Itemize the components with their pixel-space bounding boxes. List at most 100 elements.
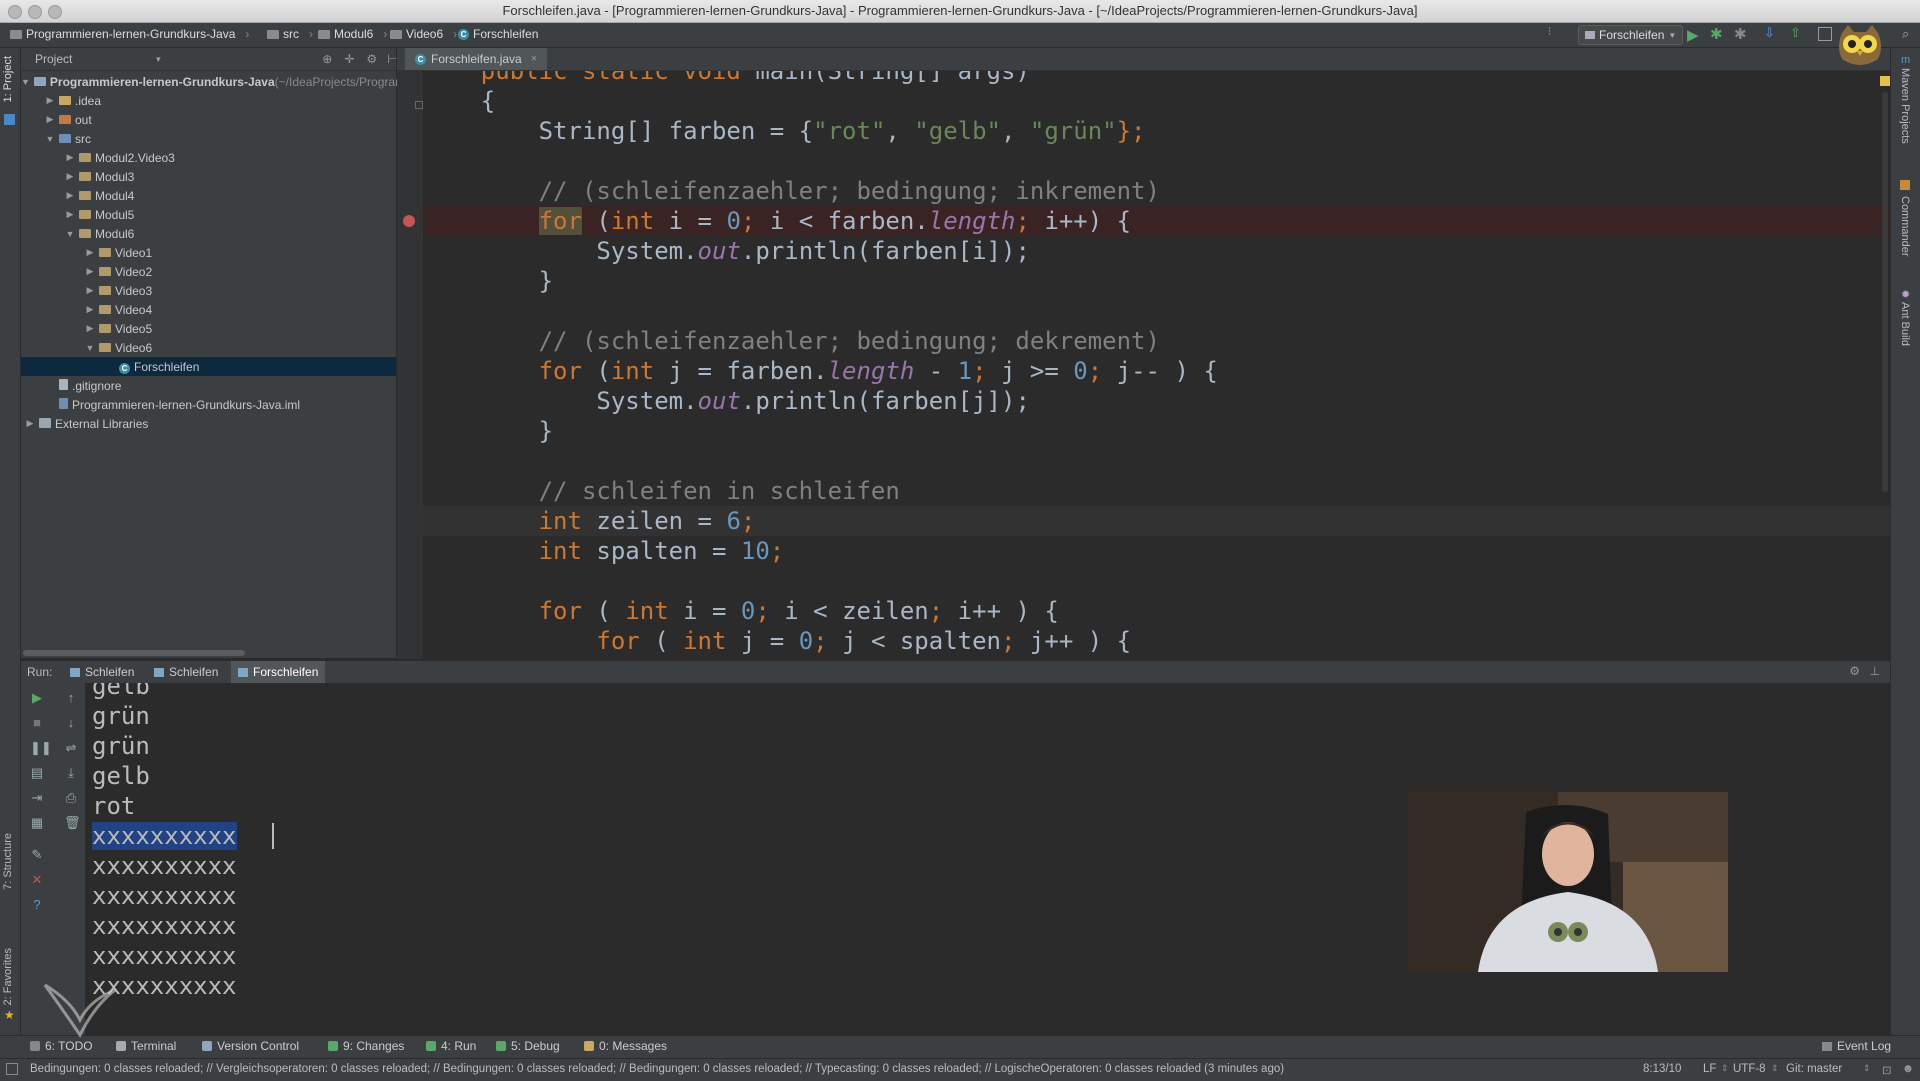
git-branch[interactable]: Git: master — [1786, 1063, 1842, 1075]
code-line[interactable]: { — [423, 86, 1890, 116]
code-line[interactable]: System.out.println(farben[i]); — [423, 236, 1890, 266]
chevron-right-icon[interactable]: ▶ — [65, 209, 75, 220]
toggle-toolwindows-icon[interactable] — [6, 1063, 18, 1075]
arrow-up-icon[interactable]: ↑ — [64, 691, 78, 705]
layout-icon[interactable] — [1818, 27, 1832, 41]
tree-item[interactable]: ▼ Modul6 — [21, 224, 396, 243]
toolwindow-button[interactable]: 5: Debug — [496, 1039, 560, 1053]
run-tab-schleifen-1[interactable]: Schleifen — [63, 661, 141, 683]
vcs-update-icon[interactable]: ⇩ — [1764, 25, 1775, 41]
scrollbar-thumb[interactable] — [23, 650, 245, 656]
file-encoding[interactable]: UTF-8 — [1733, 1063, 1766, 1075]
close-icon[interactable]: × — [531, 53, 537, 65]
project-view-label[interactable]: Project — [35, 52, 72, 66]
breadcrumb-forschleifen[interactable]: C Forschleifen — [458, 27, 538, 41]
chevron-down-icon[interactable]: ▼ — [45, 134, 55, 144]
code-line[interactable] — [423, 566, 1890, 596]
inspection-status-icon[interactable] — [1880, 76, 1890, 86]
rerun-icon[interactable]: ▶ — [30, 691, 44, 705]
pause-icon[interactable]: ❚❚ — [30, 741, 52, 755]
editor-scrollbar[interactable] — [1882, 92, 1888, 492]
code-line[interactable]: } — [423, 416, 1890, 446]
tree-item[interactable]: ▶ Video5 — [21, 319, 396, 338]
build-icon[interactable]: ⫶ — [1548, 26, 1562, 42]
tab-structure[interactable]: 7: Structure — [2, 833, 14, 890]
tree-item[interactable]: ▶ Video4 — [21, 300, 396, 319]
tab-ant-build[interactable]: Ant Build — [1899, 302, 1911, 346]
pin-icon[interactable]: ✎ — [30, 848, 44, 862]
breadcrumb-video6[interactable]: Video6 › — [390, 27, 457, 41]
sync-icon[interactable]: ⊕ — [322, 52, 332, 66]
toolwindow-button[interactable]: Terminal — [116, 1039, 176, 1053]
chevron-right-icon[interactable]: ▶ — [85, 285, 95, 296]
code-line[interactable]: } — [423, 266, 1890, 296]
tree-item[interactable]: ▼ Video6 — [21, 338, 396, 357]
lock-icon[interactable]: ⊡ — [1882, 1063, 1892, 1077]
code-line[interactable]: String[] farben = {"rot", "gelb", "grün"… — [423, 116, 1890, 146]
stop-icon[interactable]: ■ — [30, 716, 44, 730]
gear-icon[interactable]: ⚙ — [1849, 664, 1860, 678]
breadcrumb-src[interactable]: src › — [267, 27, 313, 41]
editor-gutter[interactable] — [397, 71, 423, 659]
scroll-to-end-icon[interactable]: ⤓ — [64, 766, 78, 780]
tree-item[interactable]: ▼Programmieren-lernen-Grundkurs-Java (~/… — [21, 72, 572, 91]
line-separator[interactable]: LF — [1703, 1063, 1716, 1075]
tree-item[interactable]: ▶ External Libraries — [21, 414, 396, 433]
chevron-down-icon[interactable]: ▼ — [21, 77, 30, 87]
arrow-down-icon[interactable]: ↓ — [64, 716, 78, 730]
breakpoint-icon[interactable] — [403, 215, 415, 227]
chevron-right-icon[interactable]: ▶ — [85, 323, 95, 334]
tree-item[interactable]: ▼ src — [21, 129, 396, 148]
chevron-right-icon[interactable]: ▶ — [85, 247, 95, 258]
status-message[interactable]: Bedingungen: 0 classes reloaded; // Verg… — [30, 1063, 1284, 1075]
chevron-right-icon[interactable]: ▶ — [85, 266, 95, 277]
toolwindow-button[interactable]: Version Control — [202, 1039, 299, 1053]
chevron-right-icon[interactable]: ▶ — [45, 95, 55, 106]
chevron-down-icon[interactable]: ▼ — [154, 55, 162, 64]
coverage-icon[interactable]: ✱ — [1734, 25, 1747, 43]
tree-item[interactable]: ▶ .idea — [21, 91, 396, 110]
collapse-all-icon[interactable]: ✛ — [344, 52, 354, 66]
tab-maven-projects[interactable]: Maven Projects — [1899, 68, 1911, 144]
vcs-commit-icon[interactable]: ⇧ — [1790, 25, 1801, 41]
tree-item[interactable]: ▶ Modul3 — [21, 167, 396, 186]
code-line[interactable]: // (schleifenzaehler; bedingung; inkreme… — [423, 176, 1890, 206]
tree-item[interactable]: Programmieren-lernen-Grundkurs-Java.iml — [21, 395, 396, 414]
help-icon[interactable]: ? — [30, 898, 44, 912]
chevron-right-icon[interactable]: ▶ — [45, 114, 55, 125]
run-tab-schleifen-2[interactable]: Schleifen — [147, 661, 225, 683]
tab-commander[interactable]: Commander — [1899, 196, 1911, 257]
code-line[interactable]: for (int j = farben.length - 1; j >= 0; … — [423, 356, 1890, 386]
search-everywhere-icon[interactable]: ⌕ — [1902, 26, 1909, 42]
tree-item[interactable]: ▶ Modul4 — [21, 186, 396, 205]
breadcrumb-project[interactable]: Programmieren-lernen-Grundkurs-Java › — [10, 27, 249, 41]
code-line[interactable]: int spalten = 10; — [423, 536, 1890, 566]
tree-item[interactable]: .gitignore — [21, 376, 396, 395]
chevron-right-icon[interactable]: ▶ — [65, 190, 75, 201]
tree-item[interactable]: ▶ Video2 — [21, 262, 396, 281]
code-line[interactable]: for (int i = 0; i < farben.length; i++) … — [423, 206, 1890, 236]
toolwindow-button[interactable]: 6: TODO — [30, 1039, 93, 1053]
chevron-right-icon[interactable]: ▶ — [25, 418, 35, 429]
run-icon[interactable]: ▶ — [1687, 26, 1699, 44]
tree-item[interactable]: ▶ Modul5 — [21, 205, 396, 224]
layout-icon[interactable]: ▦ — [30, 816, 44, 830]
code-line[interactable]: for ( int j = 0; j < spalten; j++ ) { — [423, 626, 1890, 656]
print-icon[interactable]: ⎙ — [64, 791, 78, 805]
inspector-icon[interactable]: ☻ — [1902, 1063, 1914, 1075]
code-line[interactable] — [423, 146, 1890, 176]
chevron-down-icon[interactable]: ▼ — [85, 343, 95, 353]
horizontal-scrollbar[interactable] — [21, 648, 396, 658]
close-icon[interactable]: ✕ — [30, 873, 44, 887]
toolwindow-button[interactable]: 0: Messages — [584, 1039, 667, 1053]
tab-forschleifen-java[interactable]: C Forschleifen.java × — [405, 48, 548, 70]
code-line[interactable]: System.out.println(farben[j]); — [423, 386, 1890, 416]
chevron-right-icon[interactable]: ▶ — [85, 304, 95, 315]
toolwindow-button[interactable]: 4: Run — [426, 1039, 476, 1053]
breadcrumb-modul6[interactable]: Modul6 › — [318, 27, 387, 41]
code-line[interactable]: public static void main(String[] args) — [423, 71, 1890, 86]
code-line[interactable]: // (schleifenzaehler; bedingung; dekreme… — [423, 326, 1890, 356]
fold-marker-icon[interactable] — [415, 101, 423, 109]
tab-project[interactable]: 1: Project — [2, 56, 14, 102]
tree-item[interactable]: ▶ Video1 — [21, 243, 396, 262]
